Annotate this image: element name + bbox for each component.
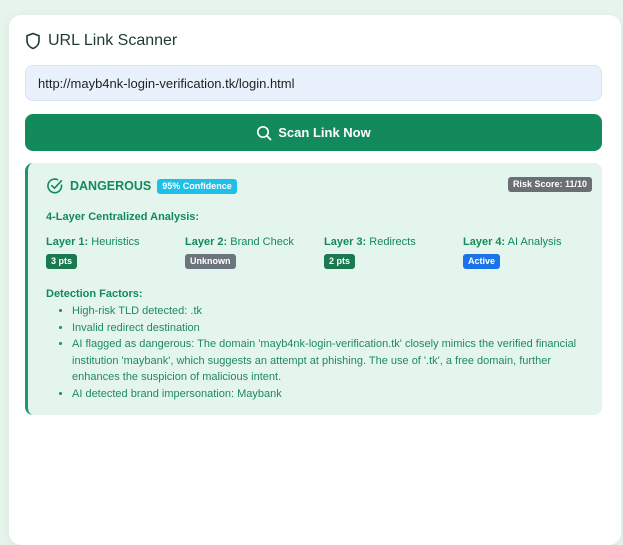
list-item: High-risk TLD detected: .tk xyxy=(72,303,592,320)
layer-label: Brand Check xyxy=(230,236,294,248)
layer-badge: 3 pts xyxy=(46,254,78,269)
confidence-badge: 95% Confidence xyxy=(157,178,237,194)
layer-badge: 2 pts xyxy=(324,254,356,269)
check-circle-icon xyxy=(46,177,64,195)
list-item: AI flagged as dangerous: The domain 'may… xyxy=(72,336,592,386)
result-panel: DANGEROUS 95% Confidence Risk Score: 11/… xyxy=(25,163,602,415)
status-label: DANGEROUS xyxy=(70,179,152,193)
scan-button-label: Scan Link Now xyxy=(278,125,371,140)
layer-badge: Active xyxy=(463,254,501,269)
search-icon xyxy=(256,125,278,141)
layers-grid: Layer 1: Heuristics 3 pts Layer 2: Brand… xyxy=(46,236,596,276)
layer-4: Layer 4: AI Analysis Active xyxy=(463,236,561,269)
url-input[interactable] xyxy=(25,65,602,101)
layer-label: Heuristics xyxy=(91,236,140,248)
scan-link-button[interactable]: Scan Link Now xyxy=(25,114,602,151)
list-item: AI detected brand impersonation: Maybank xyxy=(72,386,592,403)
layer-label: Redirects xyxy=(369,236,416,248)
list-item: Invalid redirect destination xyxy=(72,320,592,337)
status-row: DANGEROUS 95% Confidence xyxy=(46,177,237,195)
layer-label: AI Analysis xyxy=(507,236,562,248)
page-title: URL Link Scanner xyxy=(48,32,178,49)
layer-name: Layer 4: xyxy=(463,236,506,248)
risk-score-badge: Risk Score: 11/10 xyxy=(507,177,592,192)
shield-icon xyxy=(25,32,41,50)
layer-name: Layer 2: xyxy=(185,236,228,248)
title-row: URL Link Scanner xyxy=(25,32,177,50)
layer-1: Layer 1: Heuristics 3 pts xyxy=(46,236,140,269)
layer-badge: Unknown xyxy=(185,254,236,269)
analysis-heading: 4-Layer Centralized Analysis: xyxy=(46,211,200,223)
layer-name: Layer 3: xyxy=(324,236,367,248)
layer-3: Layer 3: Redirects 2 pts xyxy=(324,236,416,269)
layer-2: Layer 2: Brand Check Unknown xyxy=(185,236,294,269)
layer-name: Layer 1: xyxy=(46,236,89,248)
detection-factors-list: High-risk TLD detected: .tk Invalid redi… xyxy=(58,303,592,402)
factors-heading: Detection Factors: xyxy=(46,288,143,300)
scanner-card: URL Link Scanner Scan Link Now DANGEROUS… xyxy=(9,15,621,545)
